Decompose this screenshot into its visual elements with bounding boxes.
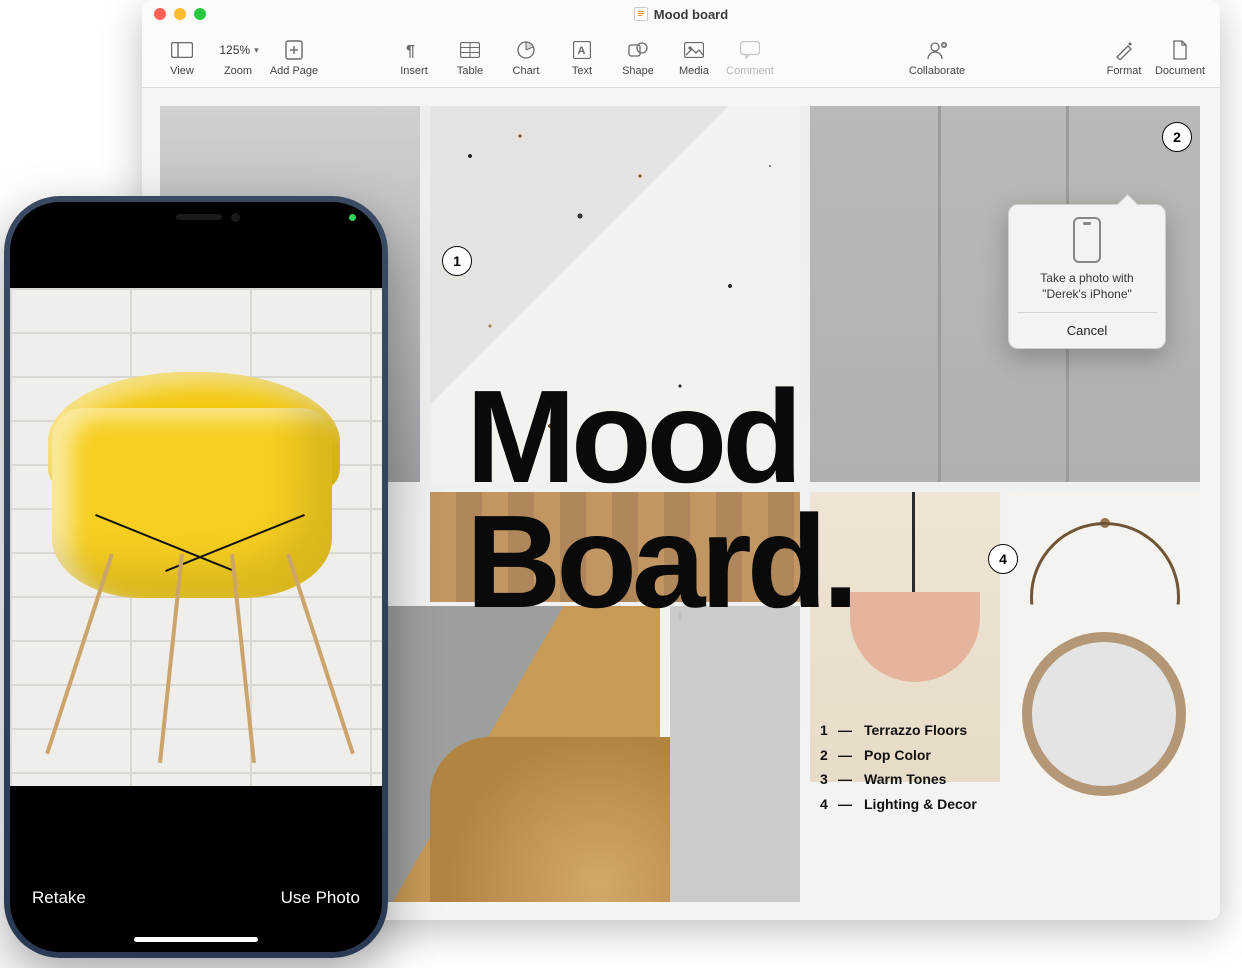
legend-row: 3—Warm Tones (820, 767, 977, 792)
callout-2[interactable]: 2 (1162, 122, 1192, 152)
shape-label: Shape (622, 65, 654, 77)
media-label: Media (679, 65, 709, 77)
legend[interactable]: 1—Terrazzo Floors 2—Pop Color 3—Warm Ton… (820, 718, 977, 816)
zoom-button[interactable]: 125% ▾ Zoom (212, 32, 264, 84)
format-label: Format (1107, 65, 1142, 77)
document-tool-icon (1172, 38, 1188, 62)
table-label: Table (457, 65, 483, 77)
format-icon (1114, 38, 1134, 62)
chevron-down-icon: ▾ (254, 45, 259, 56)
legend-row: 2—Pop Color (820, 743, 977, 768)
camera-active-indicator-icon (349, 214, 356, 221)
sidebar-icon (171, 38, 193, 62)
use-photo-button[interactable]: Use Photo (281, 888, 360, 908)
format-button[interactable]: Format (1098, 32, 1150, 84)
retake-button[interactable]: Retake (32, 888, 86, 908)
legend-row: 4—Lighting & Decor (820, 792, 977, 817)
zoom-display: 125% ▾ (217, 38, 258, 62)
collaborate-button[interactable]: Collaborate (909, 32, 965, 84)
camera-bottom-bar: Retake Use Photo (10, 786, 382, 952)
zoom-value: 125% (217, 41, 252, 59)
table-button[interactable]: Table (444, 32, 496, 84)
text-label: Text (572, 65, 592, 77)
document-icon (634, 7, 648, 21)
add-page-label: Add Page (270, 65, 318, 77)
callout-1[interactable]: 1 (442, 246, 472, 276)
view-button[interactable]: View (156, 32, 208, 84)
table-icon (460, 38, 480, 62)
media-icon (684, 38, 704, 62)
comment-button: Comment (724, 32, 776, 84)
document-button[interactable]: Document (1154, 32, 1206, 84)
window-title: Mood board (142, 7, 1220, 22)
headline[interactable]: Mood Board. (466, 374, 854, 625)
text-button[interactable]: A Text (556, 32, 608, 84)
view-label: View (170, 65, 194, 77)
headline-line2: Board. (466, 499, 854, 624)
notch (126, 202, 276, 232)
shape-button[interactable]: Shape (612, 32, 664, 84)
collaborate-label: Collaborate (909, 65, 965, 77)
chart-button[interactable]: Chart (500, 32, 552, 84)
continuity-camera-popover: Take a photo with "Derek's iPhone" Cance… (1008, 204, 1166, 349)
chart-label: Chart (513, 65, 540, 77)
add-page-icon (285, 38, 303, 62)
titlebar: Mood board (142, 0, 1220, 28)
image-mirror[interactable] (1008, 492, 1200, 902)
paragraph-icon: ¶ (406, 38, 422, 62)
insert-button[interactable]: ¶ Insert (388, 32, 440, 84)
home-indicator[interactable] (134, 937, 258, 942)
camera-preview[interactable] (10, 288, 382, 786)
comment-icon (740, 38, 760, 62)
window-title-text: Mood board (654, 7, 728, 22)
image-fur[interactable] (670, 606, 800, 902)
toolbar: View 125% ▾ Zoom Add Page ¶ Insert Table (142, 28, 1220, 88)
cancel-button[interactable]: Cancel (1017, 312, 1157, 348)
media-button[interactable]: Media (668, 32, 720, 84)
iphone-screen: Retake Use Photo (10, 202, 382, 952)
text-icon: A (573, 38, 591, 62)
add-page-button[interactable]: Add Page (268, 32, 320, 84)
svg-text:¶: ¶ (406, 43, 415, 59)
popover-message: Take a photo with "Derek's iPhone" (1017, 271, 1157, 312)
shape-icon (628, 38, 648, 62)
legend-row: 1—Terrazzo Floors (820, 718, 977, 743)
comment-label: Comment (726, 65, 774, 77)
iphone-icon (1073, 217, 1101, 263)
collaborate-icon (926, 38, 948, 62)
document-label: Document (1155, 65, 1205, 77)
callout-4[interactable]: 4 (988, 544, 1018, 574)
chart-icon (517, 38, 535, 62)
image-sofa[interactable] (370, 606, 660, 902)
zoom-label: Zoom (224, 65, 252, 77)
insert-label: Insert (400, 65, 428, 77)
headline-line1: Mood (466, 374, 854, 499)
svg-text:A: A (578, 45, 586, 57)
iphone-device: Retake Use Photo (4, 196, 388, 958)
